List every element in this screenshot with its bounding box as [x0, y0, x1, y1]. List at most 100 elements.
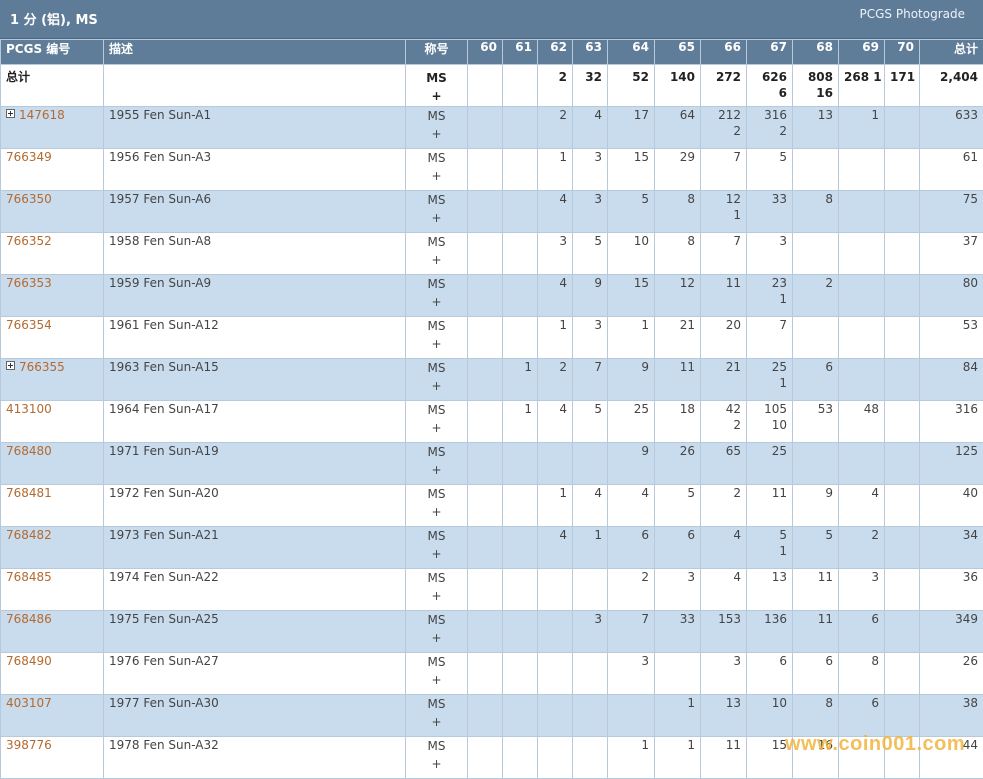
grade-count[interactable]: 3	[578, 317, 602, 333]
pcgs-number-link[interactable]: 766353	[6, 276, 52, 290]
grade-count[interactable]: 12 1	[706, 191, 741, 223]
grade-count[interactable]: 5 1	[752, 527, 787, 559]
grade-count[interactable]: 42 2	[706, 401, 741, 433]
col-header-grade-70[interactable]: 70	[885, 40, 920, 65]
grade-count[interactable]: 2	[543, 107, 567, 123]
pcgs-number-link[interactable]: 768486	[6, 612, 52, 626]
expand-icon[interactable]	[6, 109, 15, 118]
grade-count[interactable]: 5	[752, 149, 787, 165]
grade-count[interactable]: 8	[660, 233, 695, 249]
grade-count[interactable]: 3	[578, 191, 602, 207]
grade-count[interactable]: 8	[660, 191, 695, 207]
grade-count[interactable]: 25	[613, 401, 649, 417]
grade-count[interactable]: 15	[613, 275, 649, 291]
pcgs-number-link[interactable]: 768485	[6, 570, 52, 584]
designation-plus[interactable]: +	[411, 629, 462, 647]
grade-count[interactable]: 4	[543, 275, 567, 291]
grade-count[interactable]: 7	[752, 317, 787, 333]
grade-count[interactable]: 2	[543, 359, 567, 375]
grade-count[interactable]: 4	[706, 569, 741, 585]
col-header-grade-66[interactable]: 66	[701, 40, 747, 65]
col-header-grade-67[interactable]: 67	[747, 40, 793, 65]
grade-count[interactable]: 1	[844, 107, 879, 123]
grade-count[interactable]: 9	[798, 485, 833, 501]
grade-count[interactable]: 4	[578, 485, 602, 501]
grade-count[interactable]: 316 2	[752, 107, 787, 139]
grade-count[interactable]: 1	[613, 317, 649, 333]
grade-count[interactable]: 212 2	[706, 107, 741, 139]
expand-icon[interactable]	[6, 361, 15, 370]
grade-count[interactable]: 6	[844, 695, 879, 711]
grade-count[interactable]: 1	[613, 737, 649, 753]
grade-count[interactable]: 105 10	[752, 401, 787, 433]
designation-plus[interactable]: +	[411, 713, 462, 731]
pcgs-number-link[interactable]: 413100	[6, 402, 52, 416]
grade-count[interactable]: 8	[844, 653, 879, 669]
grade-count[interactable]: 4	[543, 527, 567, 543]
pcgs-number-link[interactable]: 768490	[6, 654, 52, 668]
grade-count[interactable]: 18	[660, 401, 695, 417]
pcgs-number-link[interactable]: 398776	[6, 738, 52, 752]
grade-count[interactable]: 6	[798, 653, 833, 669]
pcgs-number-link[interactable]: 766352	[6, 234, 52, 248]
grade-count[interactable]: 1	[578, 527, 602, 543]
grade-count[interactable]: 16	[798, 737, 833, 753]
grade-count[interactable]: 21	[660, 317, 695, 333]
grade-count[interactable]: 4	[543, 191, 567, 207]
grade-count[interactable]: 3	[543, 233, 567, 249]
grade-count[interactable]: 15	[752, 737, 787, 753]
grade-count[interactable]: 5	[798, 527, 833, 543]
grade-count[interactable]: 7	[706, 233, 741, 249]
photograde-link[interactable]: PCGS Photograde	[860, 7, 965, 21]
grade-count[interactable]: 8	[798, 695, 833, 711]
grade-count[interactable]: 21	[706, 359, 741, 375]
pcgs-number-link[interactable]: 768482	[6, 528, 52, 542]
pcgs-number-link[interactable]: 766355	[19, 360, 65, 374]
grade-count[interactable]: 2	[844, 527, 879, 543]
grade-count[interactable]: 64	[660, 107, 695, 123]
col-header-grade-69[interactable]: 69	[839, 40, 885, 65]
grade-count[interactable]: 9	[613, 359, 649, 375]
col-header-description[interactable]: 描述	[104, 40, 406, 65]
grade-count[interactable]: 5	[613, 191, 649, 207]
grade-count[interactable]: 6	[844, 611, 879, 627]
grade-count[interactable]: 65	[706, 443, 741, 459]
pcgs-number-link[interactable]: 403107	[6, 696, 52, 710]
grade-count[interactable]: 11	[706, 737, 741, 753]
pcgs-number-link[interactable]: 768480	[6, 444, 52, 458]
grade-count[interactable]: 23 1	[752, 275, 787, 307]
pcgs-number-link[interactable]: 147618	[19, 108, 65, 122]
col-header-grade-60[interactable]: 60	[468, 40, 503, 65]
grade-count[interactable]: 7	[578, 359, 602, 375]
designation-plus[interactable]: +	[411, 167, 462, 185]
grade-count[interactable]: 13	[752, 569, 787, 585]
designation-plus[interactable]: +	[411, 461, 462, 479]
pcgs-number-link[interactable]: 766354	[6, 318, 52, 332]
col-header-grade-64[interactable]: 64	[608, 40, 655, 65]
grade-count[interactable]: 136	[752, 611, 787, 627]
grade-count[interactable]: 1	[543, 149, 567, 165]
grade-count[interactable]: 25	[752, 443, 787, 459]
grade-count[interactable]: 2	[706, 485, 741, 501]
grade-count[interactable]: 4	[844, 485, 879, 501]
grade-count[interactable]: 12	[660, 275, 695, 291]
grade-count[interactable]: 1	[660, 737, 695, 753]
designation-plus[interactable]: +	[411, 503, 462, 521]
grade-count[interactable]: 3	[613, 653, 649, 669]
grade-count[interactable]: 153	[706, 611, 741, 627]
grade-count[interactable]: 11	[752, 485, 787, 501]
grade-count[interactable]: 13	[706, 695, 741, 711]
designation-plus[interactable]: +	[411, 545, 462, 563]
grade-count[interactable]: 33	[660, 611, 695, 627]
grade-count[interactable]: 33	[752, 191, 787, 207]
grade-count[interactable]: 11	[798, 569, 833, 585]
grade-count[interactable]: 15	[613, 149, 649, 165]
col-header-grade-65[interactable]: 65	[655, 40, 701, 65]
grade-count[interactable]: 5	[660, 485, 695, 501]
grade-count[interactable]: 3	[706, 653, 741, 669]
grade-count[interactable]: 1	[660, 695, 695, 711]
pcgs-number-link[interactable]: 768481	[6, 486, 52, 500]
grade-count[interactable]: 48	[844, 401, 879, 417]
pcgs-number-link[interactable]: 766349	[6, 150, 52, 164]
grade-count[interactable]: 4	[613, 485, 649, 501]
